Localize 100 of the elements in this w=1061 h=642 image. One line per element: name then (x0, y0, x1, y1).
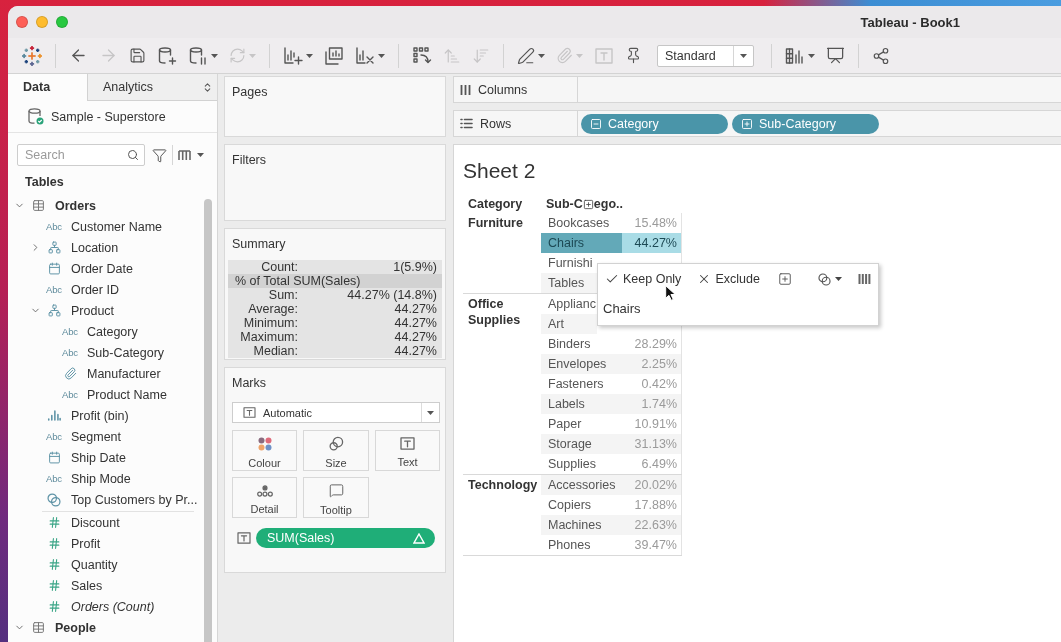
field-name[interactable]: Profit (71, 536, 101, 551)
caret-icon (538, 53, 545, 58)
card-title: Filters (232, 153, 267, 167)
share-icon (872, 46, 890, 65)
view-options-button[interactable] (178, 149, 204, 161)
mouse-pointer-icon (665, 285, 676, 301)
arrow-left-icon (69, 46, 88, 65)
window-zoom-button[interactable] (56, 16, 68, 28)
square-plus-icon (777, 272, 792, 286)
circles-icon (328, 436, 344, 451)
table-cell[interactable]: Storage (541, 434, 622, 454)
pane-tab[interactable]: Analytics (87, 74, 217, 101)
hash-icon (47, 579, 61, 592)
chart-plus-icon (283, 45, 303, 66)
field-name[interactable]: Product Name (87, 387, 167, 402)
field-name[interactable]: Orders (Count) (71, 599, 155, 614)
summary-label: Count: (260, 260, 298, 274)
four-dots-icon (257, 436, 272, 451)
type-label: Abc (62, 347, 78, 358)
window-close-button[interactable] (16, 16, 28, 28)
table-cell[interactable]: Tables (541, 273, 597, 293)
text-mark-button[interactable]: Text (375, 430, 440, 471)
type-label: Abc (46, 431, 62, 442)
field-name[interactable]: Category (87, 324, 138, 339)
keep-only-button[interactable]: Keep Only (605, 272, 682, 286)
field-name[interactable]: Discount (71, 515, 120, 530)
row-header[interactable]: Furniture (463, 213, 541, 293)
type-label: Abc (46, 473, 62, 484)
table-name[interactable]: Orders (55, 198, 96, 213)
caret-icon (378, 53, 385, 58)
hash-icon (47, 516, 61, 529)
search-field[interactable]: Search (17, 144, 145, 166)
summary-value: 44.27% (393, 302, 438, 316)
field-name[interactable]: Sales (71, 578, 103, 593)
hash-icon (47, 537, 61, 550)
row-header[interactable]: Technology (463, 475, 541, 555)
table-cell[interactable]: 44.27% (622, 233, 681, 253)
field-name[interactable]: Quantity (71, 557, 118, 572)
refresh-icon (229, 47, 246, 64)
field-name[interactable]: Customer Name (71, 219, 162, 234)
fit-dropdown[interactable]: Standard (657, 44, 754, 67)
field-name[interactable]: Sub-Category (87, 345, 165, 360)
overlapping-circles-icon (817, 272, 831, 286)
field-name[interactable]: Manufacturer (87, 366, 161, 381)
exclude-button[interactable]: Exclude (697, 272, 760, 286)
text-box-icon (594, 45, 614, 66)
calendar-icon (47, 262, 61, 275)
tooltip-text: Chairs (603, 301, 641, 316)
caret-icon (197, 153, 204, 157)
size-mark-button[interactable]: Size (303, 430, 369, 471)
tooltip-mark-button[interactable]: Tooltip (303, 477, 369, 518)
caret-icon (808, 53, 815, 58)
table-icon (31, 621, 45, 634)
column-header: Sub-C (546, 197, 583, 211)
detail-mark-button[interactable]: Detail (232, 477, 297, 518)
card-title: Pages (232, 85, 268, 99)
row-header[interactable]: Office Supplies (463, 294, 541, 474)
dots-icon (256, 484, 273, 497)
table-cell[interactable]: Accessories (541, 475, 622, 495)
field-name[interactable]: Order Date (71, 261, 133, 276)
view-data-button[interactable] (857, 273, 871, 285)
shelf-label: Rows (480, 116, 512, 131)
square-plus-icon[interactable] (582, 198, 594, 210)
field-name[interactable]: Product (71, 303, 115, 318)
data-source-name[interactable]: Sample - Superstore (51, 109, 166, 124)
caret-icon (249, 53, 256, 58)
caret-icon (306, 53, 313, 58)
field-name[interactable]: Ship Mode (71, 471, 131, 486)
field-name[interactable]: Location (71, 240, 119, 255)
hierarchy-icon (47, 241, 61, 254)
table-cell[interactable]: Envelopes (541, 354, 622, 374)
save-icon (129, 47, 146, 64)
scrollbar[interactable] (204, 199, 212, 642)
set-button[interactable] (817, 272, 842, 286)
column-header: ego.. (593, 197, 623, 211)
field-name[interactable]: Top Customers by Pr... (71, 492, 198, 507)
square-minus-icon[interactable] (590, 117, 602, 130)
updown-chevrons-icon[interactable] (202, 82, 213, 93)
field-name[interactable]: Profit (bin) (71, 408, 129, 423)
table-name[interactable]: People (55, 620, 96, 635)
sort-ascending-icon (443, 46, 461, 65)
field-name[interactable]: Segment (71, 429, 122, 444)
group-button[interactable] (777, 272, 792, 286)
filter-button[interactable] (152, 147, 167, 163)
text-box-icon (237, 532, 251, 544)
table-cell[interactable]: Chairs (541, 233, 622, 253)
field-name[interactable]: Ship Date (71, 450, 126, 465)
table-cell[interactable]: Machines (541, 515, 622, 535)
delta-icon (413, 532, 425, 544)
card-title: Summary (232, 237, 286, 251)
table-cell[interactable]: Labels (541, 394, 622, 414)
table-cell[interactable]: Art (541, 314, 597, 334)
summary-value: 44.27% (393, 316, 438, 330)
type-label: Abc (46, 284, 62, 295)
field-name[interactable]: Order ID (71, 282, 119, 297)
mark-type-dropdown[interactable]: Automatic (232, 402, 440, 423)
colour-mark-button[interactable]: Colour (232, 430, 297, 471)
chart-x-icon (355, 45, 375, 66)
database-check-icon (28, 108, 44, 125)
text-box-icon (400, 437, 415, 450)
